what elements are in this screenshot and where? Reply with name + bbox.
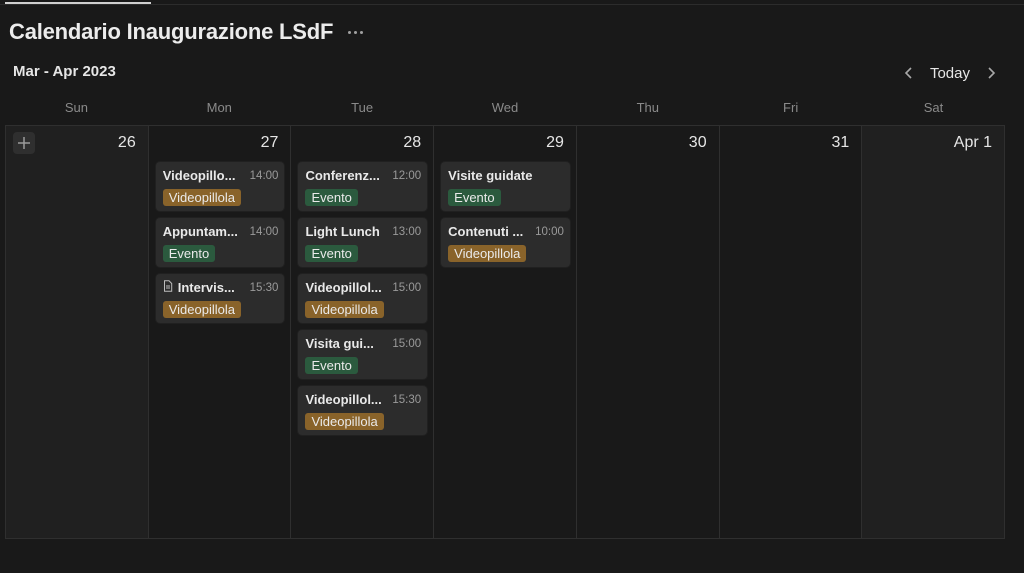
day-cell[interactable]: 30 [577,126,720,538]
event-title: Visita gui... [305,336,373,351]
day-number: 30 [688,134,707,151]
weekday-label: Mon [206,100,232,115]
calendar-week-grid: 26 27 Videopillo... 14:00 Videopillola Appunt… [5,125,1006,539]
event-card[interactable]: Contenuti ... 10:00 Videopillola [441,218,570,267]
event-title-text: Light Lunch [305,224,380,239]
day-number: 31 [831,134,850,151]
day-number: 27 [260,134,279,151]
today-button[interactable]: Today [920,65,980,82]
event-card[interactable]: Videopillol... 15:30 Videopillola [298,386,428,435]
weekday-header: Sun Mon Tue Wed Thu Fri Sat [5,100,1005,115]
day-cell[interactable]: 31 [720,126,863,538]
event-type-tag: Evento [448,189,501,206]
event-time: 15:00 [392,281,422,294]
event-time: 14:00 [249,225,279,238]
event-type-tag: Videopillola [305,413,384,430]
event-type-tag: Evento [162,245,216,262]
event-title-text: Appuntam... [162,224,238,239]
event-title: Contenuti ... [448,224,523,239]
event-title-text: Videopillol... [305,280,382,295]
event-type-tag: Evento [305,357,358,374]
event-card[interactable]: Videopillo... 14:00 Videopillola [155,162,285,211]
page-title: Calendario Inaugurazione LSdF [9,19,334,44]
document-icon [163,280,173,295]
chevron-left-icon[interactable] [898,62,920,84]
event-title-text: Videopillo... [162,168,236,183]
event-type-tag: Evento [305,245,358,262]
weekday-label: Fri [783,100,799,115]
event-time: 15:00 [392,337,422,350]
event-title: Conferenz... [305,168,379,183]
event-title: Appuntam... [163,224,238,239]
day-number: Apr 1 [953,134,993,151]
event-card[interactable]: Visita gui... 15:00 Evento [298,330,428,379]
event-type-tag: Videopillola [162,189,241,206]
day-cell[interactable]: 28 Conferenz... 12:00 Evento Light Lunch 13:0… [291,126,435,538]
event-time: 14:00 [249,169,279,182]
day-number: 26 [117,134,136,151]
event-title-text: Intervis... [177,280,235,295]
event-type-tag: Evento [305,189,358,206]
event-title: Videopillo... [163,168,236,183]
day-cell[interactable]: Apr 1 [862,126,1006,538]
add-event-button[interactable] [13,132,35,154]
event-title: Visite guidate v... [448,168,534,183]
event-time: 15:30 [249,281,279,294]
month-range-label: Mar - Apr 2023 [13,63,116,80]
event-type-tag: Videopillola [305,301,384,318]
event-time: 12:00 [392,169,422,182]
event-card[interactable]: Videopillol... 15:00 Videopillola [298,274,428,323]
event-time: 15:30 [392,393,422,406]
day-cell[interactable]: 29 Visite guidate v... Evento Contenuti ...… [434,126,577,538]
event-title: Videopillol... [305,280,381,295]
title-row: Calendario Inaugurazione LSdF [9,18,365,46]
event-card[interactable]: Light Lunch 13:00 Evento [298,218,428,267]
plus-icon [18,137,30,149]
event-time: 10:00 [535,225,564,238]
event-title-text: Contenuti ... [448,224,524,239]
calendar-navigation: Today [898,62,1002,84]
event-type-tag: Videopillola [448,245,527,262]
event-title-text: Conferenz... [305,168,380,183]
weekday-label: Tue [351,100,374,115]
chevron-right-icon[interactable] [980,62,1002,84]
active-view-tab-indicator[interactable] [5,2,151,4]
event-title: Videopillol... [305,392,381,407]
event-card[interactable]: Visite guidate v... Evento [441,162,570,211]
event-type-tag: Videopillola [162,301,241,318]
day-cell[interactable]: 26 [6,126,149,538]
event-title-text: Videopillol... [305,392,382,407]
weekday-label: Thu [636,100,659,115]
day-cell[interactable]: 27 Videopillo... 14:00 Videopillola Appuntam… [149,126,292,538]
weekday-label: Sat [923,100,944,115]
event-title-text: Visite guidate v... [448,168,534,183]
day-number: 28 [403,134,422,151]
day-number: 29 [546,134,564,151]
event-card[interactable]: Intervis... 15:30 Videopillola [155,274,285,323]
event-time: 13:00 [392,225,422,238]
view-tab-bar [0,0,1024,5]
weekday-label: Wed [491,100,519,115]
event-title: Light Lunch [305,224,379,239]
more-options-icon[interactable] [345,22,365,42]
event-title: Intervis... [163,280,235,295]
event-title-text: Visita gui... [305,336,374,351]
event-card[interactable]: Appuntam... 14:00 Evento [155,218,285,267]
event-card[interactable]: Conferenz... 12:00 Evento [298,162,428,211]
weekday-label: Sun [64,100,88,115]
